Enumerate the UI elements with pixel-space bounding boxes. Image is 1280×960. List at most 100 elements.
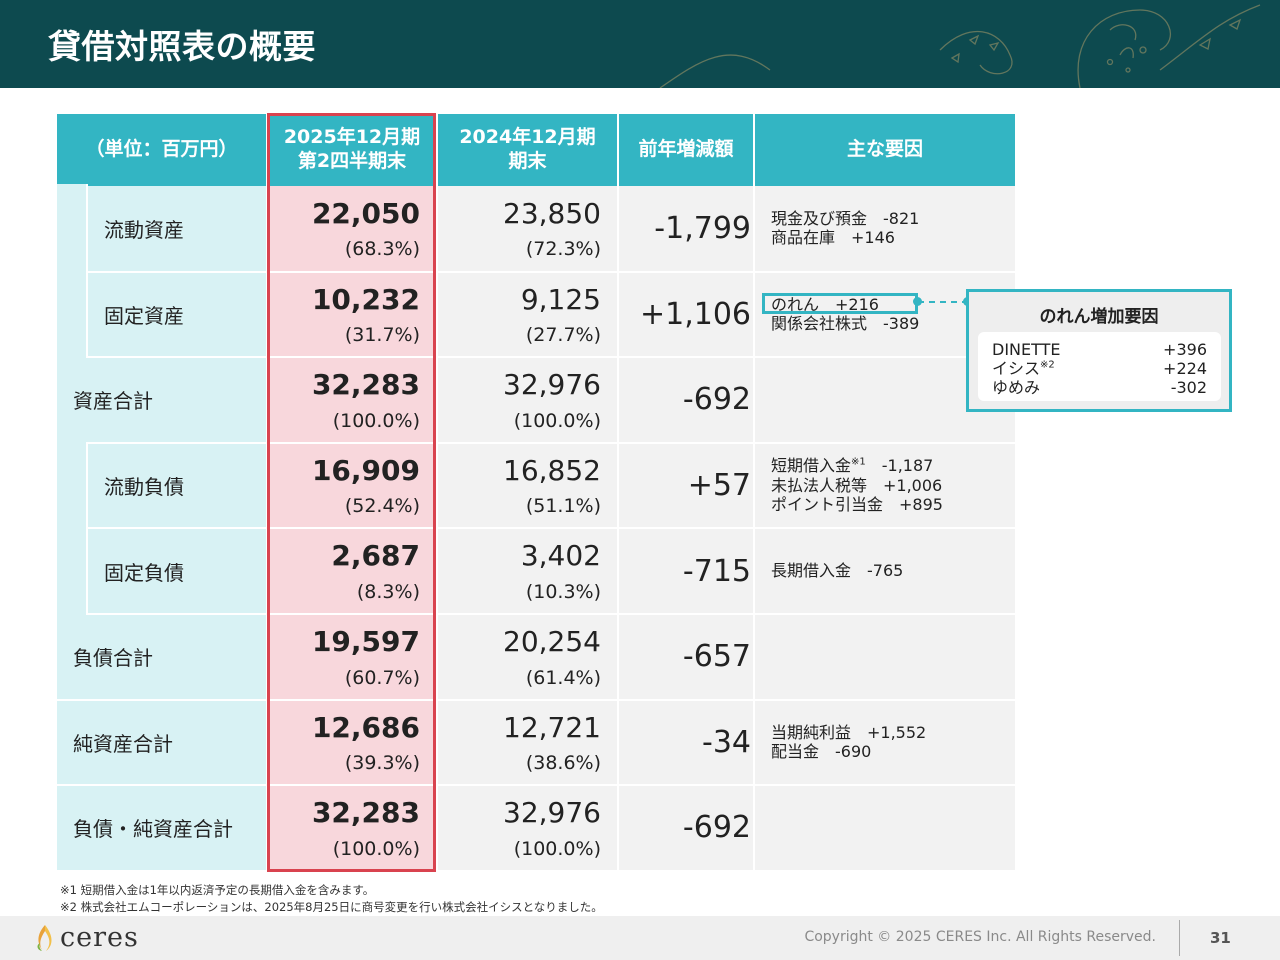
factor-text: 当期純利益 +1,552 bbox=[771, 722, 927, 742]
factor-item: 配当金 -690 bbox=[771, 742, 1015, 762]
row-label: 負債合計 bbox=[73, 646, 153, 671]
prev-value-amount: 23,850 bbox=[503, 196, 601, 230]
diff-value: -34 bbox=[618, 699, 755, 787]
callout-item-name: DINETTE bbox=[992, 340, 1061, 359]
footnote-2: ※2 株式会社エムコーポレーションは、2025年8月25日に商号変更を行い株式会… bbox=[60, 899, 603, 914]
prev-value-ratio: (100.0%) bbox=[513, 837, 601, 860]
table-row: 負債合計 19,597 (60.7%) 20,254 (61.4%) -657 bbox=[57, 613, 1015, 701]
row-label-cell: 資産合計 bbox=[57, 357, 268, 444]
current-value: 22,050 (68.3%) bbox=[267, 186, 438, 273]
prev-value-ratio: (51.1%) bbox=[525, 495, 601, 518]
current-value-amount: 10,232 bbox=[311, 282, 420, 316]
current-value-ratio: (8.3%) bbox=[356, 580, 420, 603]
balance-sheet-table: （単位：百万円） 2025年12月期 第2四半期末 2024年12月期 期末 前年増… bbox=[57, 114, 1015, 872]
indent-bar bbox=[57, 441, 88, 530]
factor-text: 配当金 -690 bbox=[771, 742, 872, 762]
prev-value-ratio: (10.3%) bbox=[525, 580, 601, 603]
current-value-ratio: (31.7%) bbox=[344, 324, 420, 347]
table-row: 純資産合計 12,686 (39.3%) 12,721 (38.6%) -34 当期純利益 … bbox=[57, 699, 1015, 787]
diff-value: -692 bbox=[618, 785, 755, 872]
current-value: 12,686 (39.3%) bbox=[267, 699, 438, 787]
prev-value: 12,721 (38.6%) bbox=[437, 699, 619, 787]
callout-body: DINETTE +396 イシス※2 +224 ゆめみ -302 bbox=[978, 332, 1221, 401]
row-label-cell: 固定資産 bbox=[57, 270, 268, 359]
current-value-amount: 16,909 bbox=[311, 453, 420, 487]
factor-short-loan-value: -1,187 bbox=[865, 456, 934, 476]
prev-value-ratio: (72.3%) bbox=[525, 238, 601, 261]
page-number: 31 bbox=[1210, 929, 1231, 947]
indent-bar bbox=[57, 270, 88, 359]
prev-value-amount: 12,721 bbox=[503, 710, 601, 744]
factor-cell bbox=[754, 613, 1015, 701]
factor-item: 短期借入金※1 -1,187 bbox=[771, 456, 1015, 476]
slide-footer: ceres Copyright © 2025 CERES Inc. All Ri… bbox=[0, 916, 1280, 960]
factor-item: ポイント引当金 +895 bbox=[771, 495, 1015, 515]
logo-text: ceres bbox=[60, 922, 139, 953]
callout-item-note: ※2 bbox=[1040, 359, 1055, 371]
factor-footnote-mark: ※1 bbox=[851, 456, 866, 468]
header-diff: 前年増減額 bbox=[618, 114, 755, 186]
current-value-ratio: (52.4%) bbox=[344, 495, 420, 518]
factor-item: 商品在庫 +146 bbox=[771, 228, 1015, 248]
slide-header: 貸借対照表の概要 bbox=[0, 0, 1280, 88]
diff-value: +1,106 bbox=[618, 271, 755, 359]
table-header-row: （単位：百万円） 2025年12月期 第2四半期末 2024年12月期 期末 前年増… bbox=[57, 114, 1015, 186]
table-row: 流動負債 16,909 (52.4%) 16,852 (51.1%) +57 短期借入金※1… bbox=[57, 441, 1015, 530]
callout-item-name: ゆめみ bbox=[992, 378, 1041, 398]
copyright-text: Copyright © 2025 CERES Inc. All Rights R… bbox=[804, 929, 1156, 945]
flame-logo-icon bbox=[37, 924, 52, 951]
header-prev-line1: 2024年12月期 bbox=[459, 126, 596, 149]
factor-text: 商品在庫 +146 bbox=[771, 228, 895, 248]
factor-item: 未払法人税等 +1,006 bbox=[771, 476, 1015, 496]
prev-value-ratio: (38.6%) bbox=[525, 752, 601, 775]
table-row: 資産合計 32,283 (100.0%) 32,976 (100.0%) -692 bbox=[57, 357, 1015, 444]
prev-value-amount: 20,254 bbox=[503, 624, 601, 658]
row-label: 資産合計 bbox=[73, 389, 153, 414]
current-value: 32,283 (100.0%) bbox=[267, 785, 438, 872]
row-label: 純資産合計 bbox=[73, 731, 173, 756]
header-prev-line2: 期末 bbox=[508, 150, 547, 172]
table-row: 固定資産 10,232 (31.7%) 9,125 (27.7%) +1,106 のれん +… bbox=[57, 270, 1015, 359]
factor-cell bbox=[754, 785, 1015, 872]
callout-item-value: +396 bbox=[1163, 340, 1207, 359]
header-factors: 主な要因 bbox=[754, 114, 1015, 186]
prev-value: 23,850 (72.3%) bbox=[437, 186, 619, 273]
prev-value: 20,254 (61.4%) bbox=[437, 613, 619, 701]
header-current-period: 2025年12月期 第2四半期末 bbox=[267, 114, 438, 186]
current-value-ratio: (100.0%) bbox=[332, 837, 420, 860]
callout-item-name: イシス bbox=[992, 359, 1041, 379]
current-value-amount: 32,283 bbox=[311, 368, 420, 402]
prev-value: 9,125 (27.7%) bbox=[437, 271, 619, 359]
factor-text: 現金及び預金 -821 bbox=[771, 208, 920, 228]
prev-value: 32,976 (100.0%) bbox=[437, 785, 619, 872]
callout-item-value: -302 bbox=[1170, 378, 1207, 398]
footer-divider bbox=[1179, 920, 1180, 956]
current-value-amount: 22,050 bbox=[311, 196, 420, 230]
row-label-cell: 純資産合計 bbox=[57, 699, 268, 787]
balance-sheet-table-wrap: （単位：百万円） 2025年12月期 第2四半期末 2024年12月期 期末 前年増… bbox=[57, 114, 1015, 872]
indent-bar bbox=[57, 527, 88, 615]
current-value: 19,597 (60.7%) bbox=[267, 613, 438, 701]
prev-value-amount: 3,402 bbox=[520, 539, 601, 573]
current-value-amount: 2,687 bbox=[331, 539, 420, 573]
header-current-line1: 2025年12月期 bbox=[283, 126, 421, 149]
factor-cell: 長期借入金 -765 bbox=[754, 528, 1015, 615]
callout-row: DINETTE +396 bbox=[992, 340, 1207, 359]
page-title: 貸借対照表の概要 bbox=[48, 27, 316, 66]
prev-value: 32,976 (100.0%) bbox=[437, 357, 619, 444]
company-logo: ceres bbox=[34, 922, 139, 953]
callout-row: ゆめみ -302 bbox=[992, 378, 1207, 397]
current-value: 32,283 (100.0%) bbox=[267, 357, 438, 444]
factor-cell: 短期借入金※1 -1,187 未払法人税等 +1,006 ポイント引当金 +895 bbox=[754, 442, 1015, 530]
current-value-ratio: (39.3%) bbox=[344, 752, 420, 775]
callout-connector-line bbox=[918, 301, 968, 303]
footnote-1: ※1 短期借入金は1年以内返済予定の長期借入金を含みます。 bbox=[60, 883, 375, 897]
table-row: 負債・純資産合計 32,283 (100.0%) 32,976 (100.0%) -692 bbox=[57, 785, 1015, 872]
prev-value-amount: 32,976 bbox=[503, 796, 601, 830]
current-value: 2,687 (8.3%) bbox=[267, 528, 438, 615]
callout-row: イシス※2 +224 bbox=[992, 359, 1207, 378]
callout-item-value: +224 bbox=[1163, 359, 1207, 379]
prev-value-amount: 32,976 bbox=[503, 368, 601, 402]
header-prev-period: 2024年12月期 期末 bbox=[437, 114, 619, 186]
current-value-ratio: (60.7%) bbox=[344, 666, 420, 689]
